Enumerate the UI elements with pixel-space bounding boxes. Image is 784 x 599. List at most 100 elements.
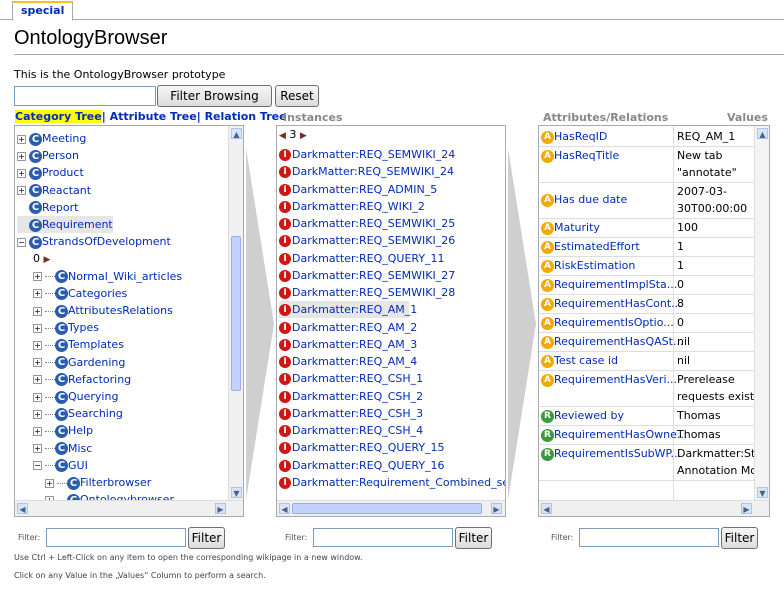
scroll-up-icon[interactable]: ▲ bbox=[231, 128, 242, 139]
instance-label[interactable]: Darkmatter:REQ_AM_3 bbox=[292, 338, 417, 351]
tree-filter-input[interactable] bbox=[46, 528, 186, 547]
tree-item-category[interactable]: C Report bbox=[17, 199, 78, 216]
tree-item-category[interactable]: C Requirement bbox=[17, 216, 113, 233]
attributes-vertical-scrollbar[interactable]: ▲ ▼ bbox=[754, 126, 769, 500]
attribute-name[interactable]: R RequirementHasOwne... bbox=[541, 426, 687, 443]
instance-label[interactable]: Darkmatter:REQ_QUERY_15 bbox=[292, 441, 445, 454]
tree-item-label[interactable]: Product bbox=[42, 166, 84, 179]
instance-label[interactable]: Darkmatter:REQ_WIKI_2 bbox=[292, 200, 425, 213]
instances-filter-button[interactable]: Filter bbox=[455, 527, 492, 549]
expand-icon[interactable]: + bbox=[33, 444, 42, 454]
instance-label[interactable]: Darkmatter:REQ_SEMWIKI_26 bbox=[292, 234, 455, 247]
tab-special[interactable]: special bbox=[12, 1, 74, 21]
instance-label[interactable]: Darkmatter:REQ_SEMWIKI_28 bbox=[292, 286, 455, 299]
attributes-filter-input[interactable] bbox=[579, 528, 719, 547]
tab-relation-tree[interactable]: Relation Tree bbox=[201, 110, 287, 123]
attribute-value[interactable]: Darkmatter:Strand bbox=[677, 445, 755, 462]
attribute-value[interactable]: Thomas bbox=[677, 426, 755, 443]
tree-item-label[interactable]: Categories bbox=[68, 287, 127, 300]
tree-item-label[interactable]: Person bbox=[42, 149, 79, 162]
attribute-value[interactable]: New tab bbox=[677, 147, 755, 164]
attribute-value[interactable]: 8 bbox=[677, 295, 755, 312]
expand-icon[interactable]: + bbox=[17, 151, 26, 161]
reset-button[interactable]: Reset bbox=[275, 85, 319, 107]
tree-item-subcategory[interactable]: + C Filterbrowser bbox=[45, 474, 151, 491]
attribute-value[interactable]: Thomas bbox=[677, 407, 755, 424]
attribute-value[interactable]: Annotation Mode bbox=[677, 462, 755, 479]
instance-label[interactable]: Darkmatter:Requirement_Combined_sear bbox=[292, 476, 505, 489]
instance-label[interactable]: Darkmatter:REQ_ADMIN_5 bbox=[292, 183, 437, 196]
tree-item-subcategory[interactable]: + C Searching bbox=[33, 405, 123, 422]
instance-label[interactable]: Darkmatter:REQ_QUERY_11 bbox=[292, 252, 445, 265]
instance-item[interactable]: I Darkmatter:REQ_QUERY_16 bbox=[279, 457, 445, 474]
tree-item-subcategory[interactable]: + C Gardening bbox=[33, 354, 125, 371]
instance-item[interactable]: I Darkmatter:Requirement_Combined_sear bbox=[279, 474, 505, 491]
instance-label[interactable]: Darkmatter:REQ_AM_4 bbox=[292, 355, 417, 368]
attribute-value[interactable]: 1 bbox=[677, 238, 755, 255]
tree-item-subcategory[interactable]: + C AttributesRelations bbox=[33, 302, 173, 319]
tab-category-tree[interactable]: Category Tree bbox=[15, 110, 102, 123]
attribute-value[interactable]: requests exists bbox=[677, 388, 755, 405]
filter-browsing-button[interactable]: Filter Browsing bbox=[157, 85, 272, 107]
expand-icon[interactable]: + bbox=[33, 272, 42, 282]
expand-icon[interactable]: + bbox=[33, 375, 42, 385]
instance-item[interactable]: I Darkmatter:REQ_WIKI_2 bbox=[279, 198, 425, 215]
tree-item-label[interactable]: Normal_Wiki_articles bbox=[68, 270, 182, 283]
scroll-down-icon[interactable]: ▼ bbox=[231, 487, 242, 498]
instance-item[interactable]: I Darkmatter:REQ_SEMWIKI_26 bbox=[279, 232, 455, 249]
attributes-filter-button[interactable]: Filter bbox=[721, 527, 758, 549]
expand-icon[interactable]: + bbox=[17, 168, 26, 178]
tree-vertical-scrollbar[interactable]: ▲ ▼ bbox=[228, 126, 243, 500]
tree-item-category[interactable]: + C Product bbox=[17, 164, 84, 181]
instance-label[interactable]: Darkmatter:REQ_SEMWIKI_24 bbox=[292, 148, 455, 161]
attribute-value[interactable]: Prerelease bbox=[677, 371, 755, 388]
attribute-name[interactable]: A RequirementHasCont... bbox=[541, 295, 682, 312]
scroll-left-icon[interactable]: ◀ bbox=[541, 503, 552, 514]
instance-label[interactable]: Darkmatter:REQ_CSH_2 bbox=[292, 390, 423, 403]
expand-icon[interactable]: + bbox=[33, 409, 42, 419]
tree-item-label[interactable]: StrandsOfDevelopment bbox=[42, 235, 171, 248]
tab-attribute-tree[interactable]: Attribute Tree bbox=[106, 110, 197, 123]
attribute-value[interactable]: "annotate" bbox=[677, 164, 755, 181]
instance-item[interactable]: I Darkmatter:REQ_CSH_4 bbox=[279, 422, 423, 439]
tree-item-subcategory[interactable]: + C Categories bbox=[33, 285, 127, 302]
scroll-right-icon[interactable]: ▶ bbox=[491, 503, 502, 514]
instance-item[interactable]: I Darkmatter:REQ_CSH_3 bbox=[279, 405, 423, 422]
expand-icon[interactable]: + bbox=[17, 134, 26, 144]
expand-icon[interactable]: + bbox=[33, 392, 42, 402]
instance-item[interactable]: I DarkMatter:REQ_SEMWIKI_24 bbox=[279, 163, 454, 180]
instance-label[interactable]: Darkmatter:REQ_QUERY_16 bbox=[292, 459, 445, 472]
next-page-icon[interactable]: ▶ bbox=[300, 131, 307, 141]
tree-item-label[interactable]: Types bbox=[68, 321, 99, 334]
tree-item-subcategory[interactable]: + C Templates bbox=[33, 336, 124, 353]
expand-icon[interactable]: + bbox=[33, 358, 42, 368]
attribute-name[interactable]: R RequirementIsSubWP... bbox=[541, 445, 681, 462]
tree-filter-button[interactable]: Filter bbox=[188, 527, 225, 549]
tree-item-category[interactable]: + C Meeting bbox=[17, 130, 86, 147]
attribute-value[interactable]: 2007-03- bbox=[677, 183, 755, 200]
prev-page-icon[interactable]: ◀ bbox=[279, 131, 286, 141]
tree-item-label[interactable]: GUI bbox=[68, 459, 88, 472]
tree-item-label[interactable]: Refactoring bbox=[68, 373, 131, 386]
expand-icon[interactable]: + bbox=[33, 323, 42, 333]
tree-item-label[interactable]: Misc bbox=[68, 442, 92, 455]
instance-item[interactable]: I Darkmatter:REQ_CSH_1 bbox=[279, 370, 423, 387]
next-page-icon[interactable]: ▶ bbox=[44, 255, 51, 265]
instance-item[interactable]: I Darkmatter:REQ_CSH_2 bbox=[279, 388, 423, 405]
expand-icon[interactable]: + bbox=[33, 306, 42, 316]
tree-item-subcategory[interactable]: + C Help bbox=[33, 422, 93, 439]
attribute-value[interactable]: 0 bbox=[677, 276, 755, 293]
attribute-name[interactable]: A RequirementIsOptio... bbox=[541, 314, 674, 331]
instance-item[interactable]: I Darkmatter:REQ_ADMIN_5 bbox=[279, 181, 437, 198]
attribute-value[interactable]: nil bbox=[677, 333, 755, 350]
tree-item-subcategory[interactable]: + C Querying bbox=[33, 388, 118, 405]
tree-item-label[interactable]: Gardening bbox=[68, 356, 125, 369]
attribute-value[interactable]: REQ_AM_1 bbox=[677, 128, 755, 145]
instance-label[interactable]: Darkmatter:REQ_CSH_4 bbox=[292, 424, 423, 437]
scroll-up-icon[interactable]: ▲ bbox=[757, 128, 768, 139]
expand-icon[interactable]: + bbox=[45, 478, 54, 488]
tree-item-label[interactable]: Querying bbox=[68, 390, 118, 403]
attribute-name[interactable]: A EstimatedEffort bbox=[541, 238, 640, 255]
attribute-name[interactable]: R Reviewed by bbox=[541, 407, 624, 424]
tree-item-subcategory[interactable]: + C Normal_Wiki_articles bbox=[33, 268, 182, 285]
